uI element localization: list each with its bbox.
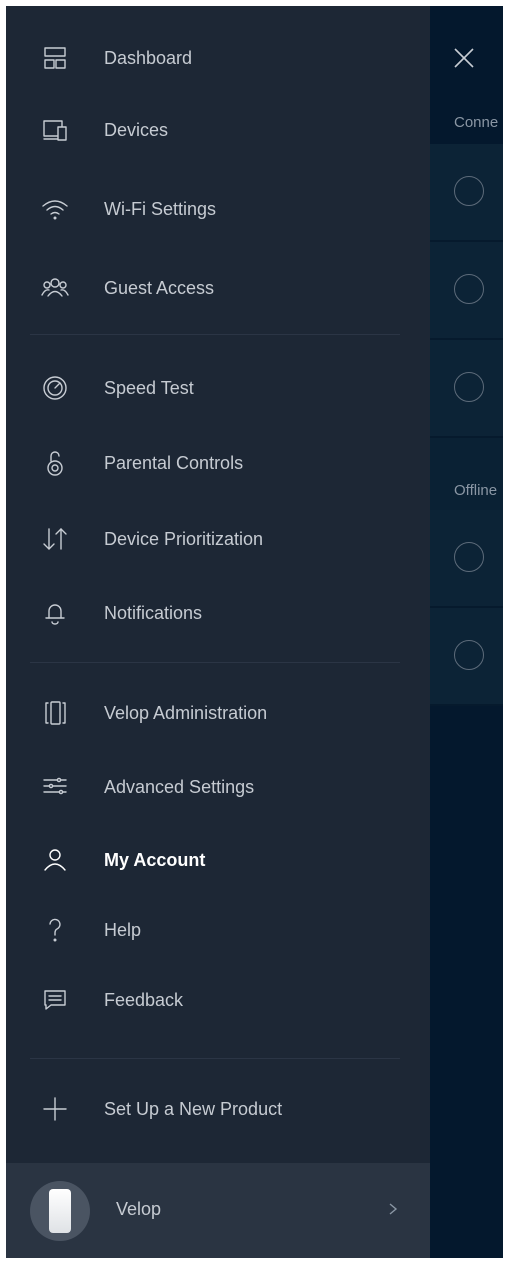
velop-device-image xyxy=(49,1189,71,1233)
menu-item-dashboard[interactable]: Dashboard xyxy=(6,30,430,86)
menu-item-label: My Account xyxy=(104,849,206,870)
menu-item-label: Devices xyxy=(104,119,169,140)
menu-item-label: Velop Administration xyxy=(104,702,268,723)
menu-item-feedback[interactable]: Feedback xyxy=(6,972,430,1028)
menu-item-wifi-settings[interactable]: Wi-Fi Settings xyxy=(6,181,430,237)
arrows-updown-icon xyxy=(40,524,70,554)
device-row[interactable] xyxy=(430,510,503,608)
menu-item-label: Guest Access xyxy=(104,277,215,298)
menu-item-set-up-new-product[interactable]: Set Up a New Product xyxy=(6,1081,430,1137)
menu-divider xyxy=(30,662,400,663)
plus-icon xyxy=(40,1094,70,1124)
dashboard-icon xyxy=(40,43,70,73)
device-circle-icon xyxy=(454,372,484,402)
navigation-drawer: Dashboard Devices Wi-Fi Settings Guest A… xyxy=(6,6,430,1258)
menu-item-label: Advanced Settings xyxy=(104,776,255,797)
user-icon xyxy=(40,845,70,875)
section-label-connected: Conne xyxy=(454,114,499,131)
wifi-icon xyxy=(40,194,70,224)
menu-item-advanced-settings[interactable]: Advanced Settings xyxy=(6,759,430,815)
menu-item-guest-access[interactable]: Guest Access xyxy=(6,260,430,316)
menu-item-label: Wi-Fi Settings xyxy=(104,198,217,219)
menu-item-parental-controls[interactable]: Parental Controls xyxy=(6,435,430,491)
menu-item-label: Help xyxy=(104,919,142,940)
menu-item-device-prioritization[interactable]: Device Prioritization xyxy=(6,511,430,567)
menu-item-speed-test[interactable]: Speed Test xyxy=(6,360,430,416)
device-circle-icon xyxy=(454,640,484,670)
menu-item-velop-administration[interactable]: Velop Administration xyxy=(6,685,430,741)
app-frame: Conne Offline Dashboard Devices Wi-Fi Se… xyxy=(6,6,503,1258)
product-selector[interactable]: Velop xyxy=(6,1163,430,1258)
bell-icon xyxy=(40,598,70,628)
guest-access-icon xyxy=(40,273,70,303)
device-row[interactable] xyxy=(430,144,503,242)
menu-item-help[interactable]: Help xyxy=(6,902,430,958)
device-row[interactable] xyxy=(430,340,503,438)
sliders-icon xyxy=(40,772,70,802)
menu-item-label: Dashboard xyxy=(104,47,193,68)
menu-item-my-account[interactable]: My Account xyxy=(6,832,430,888)
velop-node-avatar xyxy=(30,1181,90,1241)
product-label: Velop xyxy=(116,1199,162,1219)
device-circle-icon xyxy=(454,274,484,304)
lock-icon xyxy=(40,448,70,478)
offline-section-header xyxy=(430,438,503,510)
question-icon xyxy=(40,915,70,945)
menu-item-label: Parental Controls xyxy=(104,452,244,473)
device-row[interactable] xyxy=(430,242,503,340)
chevron-right-icon xyxy=(389,1203,398,1215)
device-row[interactable] xyxy=(430,608,503,706)
device-circle-icon xyxy=(454,176,484,206)
background-device-list: Conne Offline xyxy=(430,6,503,1258)
menu-item-devices[interactable]: Devices xyxy=(6,102,430,158)
menu-divider xyxy=(30,1058,400,1059)
menu-item-label: Set Up a New Product xyxy=(104,1098,283,1119)
menu-item-label: Device Prioritization xyxy=(104,528,264,549)
menu-divider xyxy=(30,334,400,335)
menu-item-notifications[interactable]: Notifications xyxy=(6,585,430,641)
feedback-icon xyxy=(40,985,70,1015)
speedometer-icon xyxy=(40,373,70,403)
menu-item-label: Feedback xyxy=(104,989,184,1010)
close-icon[interactable] xyxy=(452,46,476,70)
menu-item-label: Notifications xyxy=(104,602,203,623)
node-admin-icon xyxy=(40,698,70,728)
section-label-offline: Offline xyxy=(454,482,498,499)
devices-icon xyxy=(40,115,70,145)
menu-item-label: Speed Test xyxy=(104,377,194,398)
device-circle-icon xyxy=(454,542,484,572)
